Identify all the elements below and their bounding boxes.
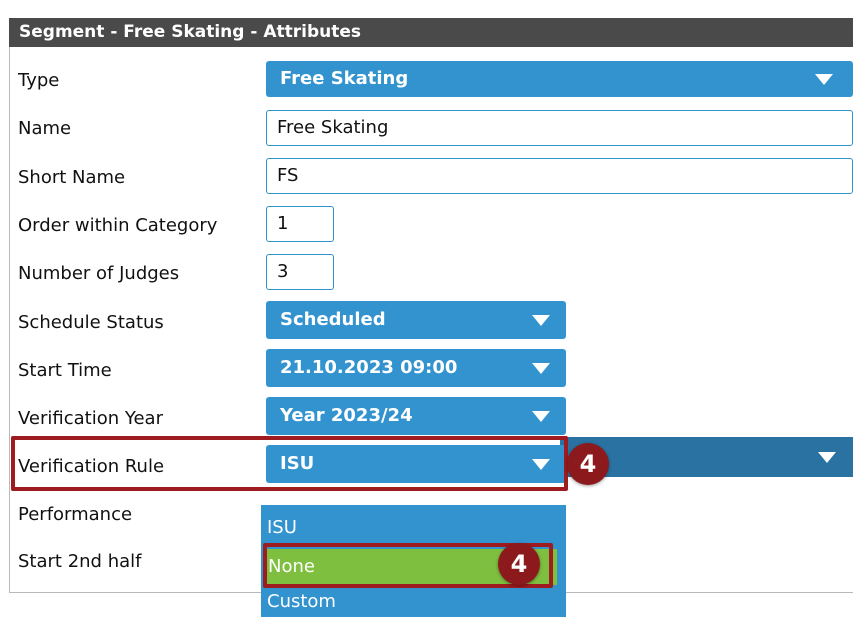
verification-rule-highlight bbox=[11, 436, 568, 491]
cropped-top-text bbox=[0, 0, 853, 18]
type-value: Free Skating bbox=[280, 68, 409, 89]
type-select[interactable]: Free Skating bbox=[266, 61, 853, 97]
chevron-down-icon bbox=[818, 452, 836, 463]
dropdown-option-isu[interactable]: ISU bbox=[267, 517, 297, 538]
performance-label: Performance bbox=[18, 504, 133, 525]
step-badge: 4 bbox=[567, 443, 609, 485]
order-within-category-input[interactable]: 1 bbox=[266, 206, 334, 242]
short-name-label: Short Name bbox=[18, 167, 126, 188]
panel-header: Segment - Free Skating - Attributes bbox=[9, 18, 853, 47]
start-time-label: Start Time bbox=[18, 360, 112, 381]
step-badge: 4 bbox=[498, 543, 540, 585]
schedule-status-value: Scheduled bbox=[280, 309, 386, 330]
number-of-judges-input[interactable]: 3 bbox=[266, 254, 334, 290]
verification-year-label: Verification Year bbox=[18, 408, 163, 429]
schedule-status-select[interactable]: Scheduled bbox=[266, 301, 566, 339]
name-input[interactable]: Free Skating bbox=[266, 110, 853, 146]
type-label: Type bbox=[18, 70, 60, 91]
short-name-input[interactable]: FS bbox=[266, 158, 853, 194]
schedule-status-label: Schedule Status bbox=[18, 312, 164, 333]
number-of-judges-label: Number of Judges bbox=[18, 263, 180, 284]
chevron-down-icon bbox=[532, 411, 550, 422]
start-time-value: 21.10.2023 09:00 bbox=[280, 357, 458, 378]
name-label: Name bbox=[18, 118, 72, 139]
chevron-down-icon bbox=[532, 315, 550, 326]
start-time-select[interactable]: 21.10.2023 09:00 bbox=[266, 349, 566, 387]
chevron-down-icon bbox=[815, 74, 833, 85]
panel-title: Segment - Free Skating - Attributes bbox=[19, 22, 362, 42]
start-2nd-half-label: Start 2nd half bbox=[18, 551, 142, 572]
dropdown-option-custom[interactable]: Custom bbox=[267, 591, 336, 612]
verification-year-select[interactable]: Year 2023/24 bbox=[266, 397, 566, 435]
chevron-down-icon bbox=[532, 363, 550, 374]
verification-year-value: Year 2023/24 bbox=[280, 405, 413, 426]
order-within-category-label: Order within Category bbox=[18, 215, 218, 236]
